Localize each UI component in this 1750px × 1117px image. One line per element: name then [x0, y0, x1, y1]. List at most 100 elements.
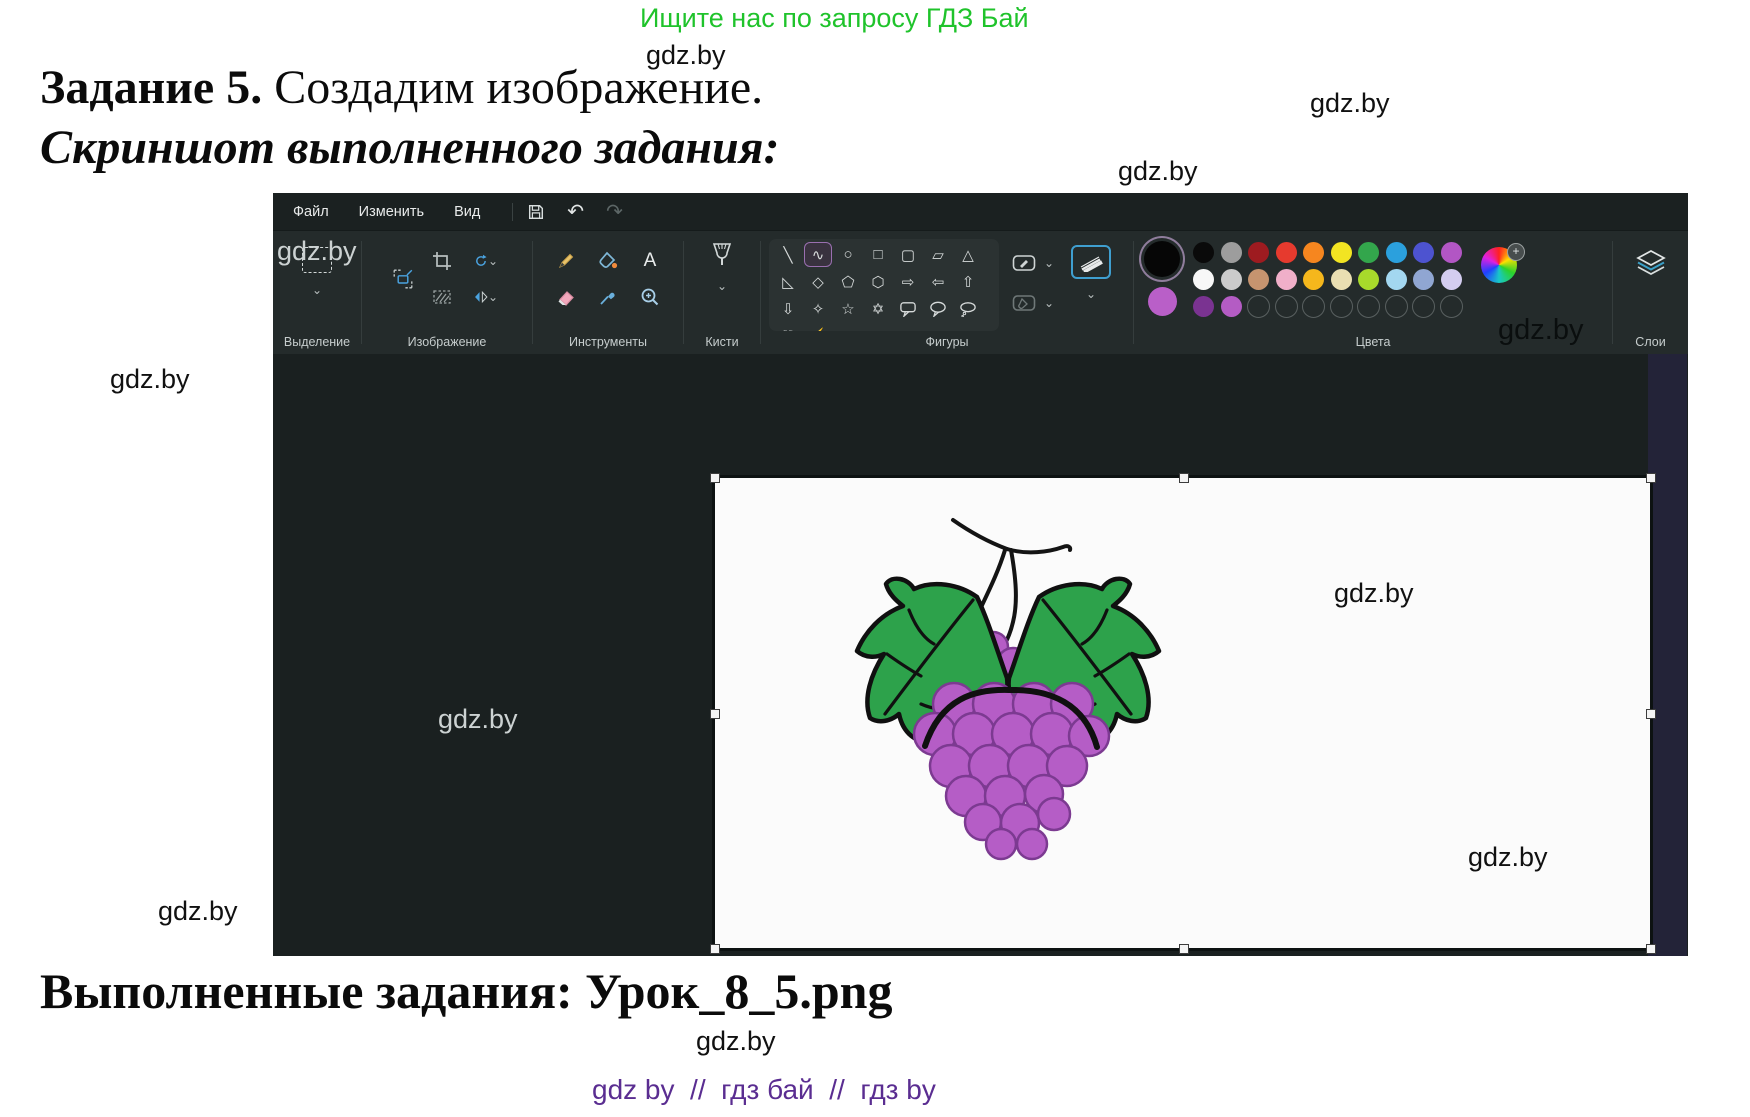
shape-rectangle-icon[interactable]: □ — [864, 242, 892, 267]
drawing-canvas[interactable] — [715, 478, 1650, 948]
redo-button[interactable]: ↷ — [606, 199, 623, 224]
shape-line-icon[interactable]: ╲ — [774, 242, 802, 267]
palette-swatch[interactable] — [1441, 269, 1462, 290]
palette-swatch[interactable] — [1413, 269, 1434, 290]
shape-lightning-icon[interactable]: ⚡ — [804, 323, 832, 331]
shape-curve-icon[interactable]: ∿ — [804, 242, 832, 267]
fill-bucket-icon — [598, 251, 618, 271]
resize-handle-top-center[interactable] — [1179, 473, 1189, 483]
vertical-scrollbar[interactable] — [1648, 354, 1687, 956]
texture-select-button[interactable] — [430, 285, 454, 309]
empty-swatch[interactable] — [1412, 295, 1435, 318]
palette-swatch[interactable] — [1193, 242, 1214, 263]
undo-button[interactable]: ↶ — [567, 199, 584, 224]
menu-item-файл[interactable]: Файл — [293, 204, 329, 220]
resize-handle-bottom-center[interactable] — [1179, 944, 1189, 954]
shape-triangle-icon[interactable]: △ — [954, 242, 982, 267]
palette-swatch[interactable] — [1358, 242, 1379, 263]
resize-handle-bottom-left[interactable] — [710, 944, 720, 954]
magnifier-button[interactable] — [638, 285, 662, 309]
shape-callout-rounded-icon[interactable] — [894, 296, 922, 321]
completed-tasks-line: Выполненные задания: Урок_8_5.png — [40, 962, 892, 1020]
empty-swatch[interactable] — [1357, 295, 1380, 318]
resize-button[interactable] — [391, 267, 415, 291]
brushes-dropdown[interactable]: ⌄ — [717, 281, 727, 291]
palette-swatch[interactable] — [1386, 269, 1407, 290]
flip-button[interactable]: ⌄ — [474, 285, 498, 309]
shape-hexagon-icon[interactable]: ⬡ — [864, 269, 892, 294]
menu-item-вид[interactable]: Вид — [454, 204, 480, 220]
shape-star-6-icon[interactable]: ✡ — [864, 296, 892, 321]
empty-swatch[interactable] — [1302, 295, 1325, 318]
palette-swatch[interactable] — [1276, 269, 1297, 290]
palette-swatch[interactable] — [1276, 242, 1297, 263]
resize-handle-mid-right[interactable] — [1646, 709, 1656, 719]
shape-pentagon-icon[interactable]: ⬠ — [834, 269, 862, 294]
palette-swatch[interactable] — [1248, 242, 1269, 263]
chevron-down-icon: ⌄ — [488, 256, 498, 266]
shape-heart-icon[interactable]: ♡ — [774, 323, 802, 331]
text-tool-button[interactable]: A — [638, 249, 662, 273]
empty-swatch[interactable] — [1247, 295, 1270, 318]
fill-dropdown[interactable]: ⌄ — [1044, 298, 1054, 308]
primary-color-well[interactable] — [1144, 241, 1180, 277]
save-button[interactable] — [527, 203, 545, 221]
shape-callout-oval-icon[interactable] — [924, 296, 952, 321]
custom-swatch[interactable] — [1221, 296, 1242, 317]
resize-handle-top-right[interactable] — [1646, 473, 1656, 483]
shape-arrow-left-icon[interactable]: ⇦ — [924, 269, 952, 294]
edit-colors-button[interactable]: + — [1481, 247, 1525, 287]
empty-swatch[interactable] — [1440, 295, 1463, 318]
watermark: gdz.by — [1498, 314, 1583, 347]
palette-swatch[interactable] — [1358, 269, 1379, 290]
shape-polygon-icon[interactable]: ▱ — [924, 242, 952, 267]
watermark: gdz.by — [646, 40, 726, 71]
empty-swatch[interactable] — [1275, 295, 1298, 318]
shape-arrow-up-icon[interactable]: ⇧ — [954, 269, 982, 294]
stroke-width-button[interactable] — [1071, 245, 1111, 279]
resize-handle-bottom-right[interactable] — [1646, 944, 1656, 954]
selection-dropdown[interactable]: ⌄ — [312, 285, 322, 295]
save-icon — [527, 203, 545, 221]
custom-swatch[interactable] — [1193, 296, 1214, 317]
resize-handle-mid-left[interactable] — [710, 709, 720, 719]
shape-arrow-down-icon[interactable]: ⇩ — [774, 296, 802, 321]
empty-swatch[interactable] — [1385, 295, 1408, 318]
shape-callout-cloud-icon[interactable] — [954, 296, 982, 321]
shape-oval-icon[interactable]: ○ — [834, 242, 862, 267]
palette-swatch[interactable] — [1303, 242, 1324, 263]
palette-swatch[interactable] — [1386, 242, 1407, 263]
shape-rounded-rectangle-icon[interactable]: ▢ — [894, 242, 922, 267]
shape-star-4-icon[interactable]: ✧ — [804, 296, 832, 321]
shape-arrow-right-icon[interactable]: ⇨ — [894, 269, 922, 294]
stroke-width-dropdown[interactable]: ⌄ — [1086, 289, 1096, 299]
watermark: gdz.by — [277, 236, 357, 267]
palette-swatch[interactable] — [1193, 269, 1214, 290]
shape-diamond-icon[interactable]: ◇ — [804, 269, 832, 294]
fill-button[interactable] — [596, 249, 620, 273]
resize-handle-top-left[interactable] — [710, 473, 720, 483]
shape-fill-button[interactable] — [1012, 291, 1036, 315]
layers-button[interactable] — [1635, 249, 1667, 277]
shape-star-5-icon[interactable]: ☆ — [834, 296, 862, 321]
palette-swatch[interactable] — [1413, 242, 1434, 263]
palette-swatch[interactable] — [1331, 269, 1352, 290]
palette-swatch[interactable] — [1303, 269, 1324, 290]
palette-swatch[interactable] — [1221, 242, 1242, 263]
secondary-color-well[interactable] — [1148, 287, 1177, 316]
color-picker-button[interactable] — [596, 285, 620, 309]
eraser-button[interactable] — [554, 285, 578, 309]
shape-right-triangle-icon[interactable]: ◺ — [774, 269, 802, 294]
pencil-button[interactable] — [554, 249, 578, 273]
palette-swatch[interactable] — [1221, 269, 1242, 290]
palette-swatch[interactable] — [1441, 242, 1462, 263]
empty-swatch[interactable] — [1330, 295, 1353, 318]
menu-item-изменить[interactable]: Изменить — [359, 204, 424, 220]
brushes-button[interactable] — [710, 243, 734, 267]
palette-swatch[interactable] — [1331, 242, 1352, 263]
rotate-button[interactable]: ⌄ — [474, 249, 498, 273]
outline-dropdown[interactable]: ⌄ — [1044, 258, 1054, 268]
palette-swatch[interactable] — [1248, 269, 1269, 290]
crop-button[interactable] — [430, 249, 454, 273]
shape-outline-button[interactable] — [1012, 251, 1036, 275]
